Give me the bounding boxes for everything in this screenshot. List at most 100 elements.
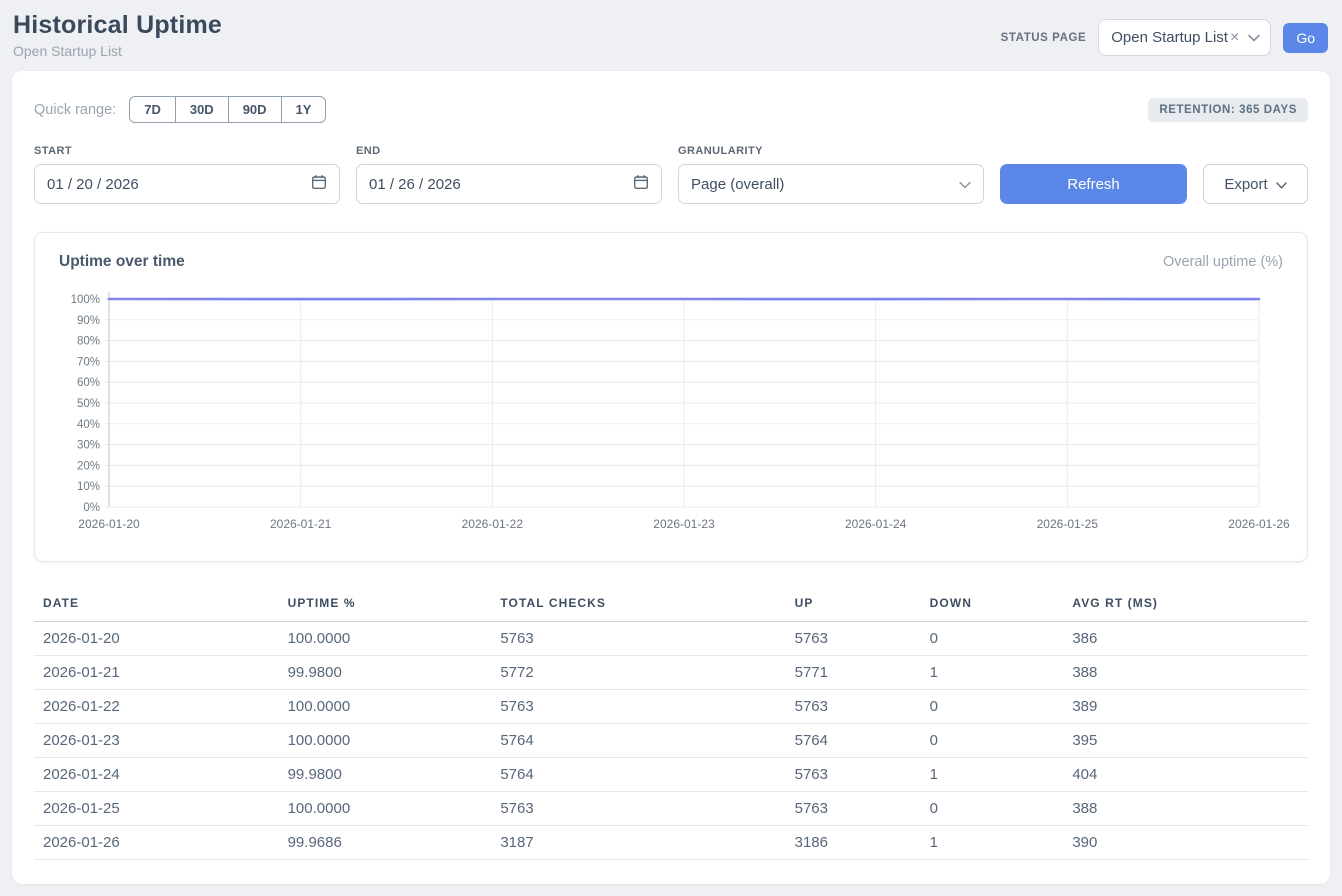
svg-text:70%: 70% xyxy=(77,356,100,368)
table-header-row: DATEUPTIME %TOTAL CHECKSUPDOWNAVG RT (MS… xyxy=(34,590,1308,622)
svg-text:2026-01-22: 2026-01-22 xyxy=(462,517,524,531)
filter-controls-row: START 01 / 20 / 2026 END 01 / 26 / 2026 … xyxy=(34,145,1308,204)
svg-text:2026-01-20: 2026-01-20 xyxy=(78,517,140,531)
quick-range-90d[interactable]: 90D xyxy=(228,96,282,123)
table-row: 2026-01-23100.0000576457640395 xyxy=(34,724,1308,758)
close-icon[interactable]: × xyxy=(1230,30,1239,46)
cell-up: 5771 xyxy=(786,656,921,690)
end-date-field-group: END 01 / 26 / 2026 xyxy=(356,145,662,204)
title-block: Historical Uptime Open Startup List xyxy=(13,11,222,59)
svg-text:2026-01-23: 2026-01-23 xyxy=(653,517,715,531)
column-header-down: DOWN xyxy=(921,590,1064,622)
cell-up: 5763 xyxy=(786,758,921,792)
status-page-selected-value: Open Startup List xyxy=(1111,29,1228,46)
column-header-uptime-pct: UPTIME % xyxy=(279,590,492,622)
cell-down: 0 xyxy=(921,622,1064,656)
cell-uptime-pct: 99.9686 xyxy=(279,826,492,860)
svg-text:20%: 20% xyxy=(77,460,100,472)
uptime-table: DATEUPTIME %TOTAL CHECKSUPDOWNAVG RT (MS… xyxy=(34,590,1308,860)
cell-down: 1 xyxy=(921,758,1064,792)
uptime-chart: 0%10%20%30%40%50%60%70%80%90%100%2026-01… xyxy=(51,285,1291,549)
cell-avg-rt-ms: 395 xyxy=(1063,724,1308,758)
quick-range-label: Quick range: xyxy=(34,102,116,118)
cell-uptime-pct: 100.0000 xyxy=(279,792,492,826)
refresh-button[interactable]: Refresh xyxy=(1000,164,1187,204)
quick-range-row: Quick range: 7D30D90D1Y RETENTION: 365 D… xyxy=(34,96,1308,123)
cell-up: 3186 xyxy=(786,826,921,860)
cell-total-checks: 3187 xyxy=(491,826,785,860)
svg-text:2026-01-25: 2026-01-25 xyxy=(1037,517,1099,531)
svg-text:2026-01-24: 2026-01-24 xyxy=(845,517,907,531)
quick-range-7d[interactable]: 7D xyxy=(129,96,176,123)
cell-avg-rt-ms: 386 xyxy=(1063,622,1308,656)
granularity-label: GRANULARITY xyxy=(678,145,984,157)
calendar-icon[interactable] xyxy=(311,174,327,194)
status-page-label: STATUS PAGE xyxy=(1001,32,1087,44)
chevron-down-icon xyxy=(1248,34,1260,42)
cell-total-checks: 5764 xyxy=(491,724,785,758)
cell-total-checks: 5772 xyxy=(491,656,785,690)
cell-up: 5763 xyxy=(786,622,921,656)
cell-down: 0 xyxy=(921,792,1064,826)
start-date-input[interactable]: 01 / 20 / 2026 xyxy=(34,164,340,204)
cell-down: 1 xyxy=(921,656,1064,690)
table-body: 2026-01-20100.00005763576303862026-01-21… xyxy=(34,622,1308,860)
cell-down: 0 xyxy=(921,724,1064,758)
chart-legend: Overall uptime (%) xyxy=(1163,254,1283,270)
export-button[interactable]: Export xyxy=(1203,164,1308,204)
cell-avg-rt-ms: 389 xyxy=(1063,690,1308,724)
cell-total-checks: 5763 xyxy=(491,622,785,656)
svg-text:2026-01-21: 2026-01-21 xyxy=(270,517,332,531)
cell-total-checks: 5764 xyxy=(491,758,785,792)
cell-down: 0 xyxy=(921,690,1064,724)
cell-uptime-pct: 99.9800 xyxy=(279,656,492,690)
quick-range-1y[interactable]: 1Y xyxy=(281,96,327,123)
page-header: Historical Uptime Open Startup List STAT… xyxy=(0,0,1342,62)
cell-date: 2026-01-26 xyxy=(34,826,279,860)
svg-text:40%: 40% xyxy=(77,419,100,431)
start-date-value: 01 / 20 / 2026 xyxy=(47,176,139,193)
table-row: 2026-01-25100.0000576357630388 xyxy=(34,792,1308,826)
cell-up: 5763 xyxy=(786,792,921,826)
column-header-date: DATE xyxy=(34,590,279,622)
uptime-chart-card: Uptime over time Overall uptime (%) 0% 10… xyxy=(34,232,1308,562)
table-row: 2026-01-2199.9800577257711388 xyxy=(34,656,1308,690)
cell-date: 2026-01-21 xyxy=(34,656,279,690)
quick-range-30d[interactable]: 30D xyxy=(175,96,229,123)
end-date-label: END xyxy=(356,145,662,157)
svg-text:60%: 60% xyxy=(77,377,100,389)
chart-header: Uptime over time Overall uptime (%) xyxy=(51,253,1291,285)
granularity-field-group: GRANULARITY Page (overall) xyxy=(678,145,984,204)
svg-text:2026-01-26: 2026-01-26 xyxy=(1228,517,1290,531)
end-date-input[interactable]: 01 / 26 / 2026 xyxy=(356,164,662,204)
status-page-select[interactable]: Open Startup List × xyxy=(1098,19,1271,56)
cell-avg-rt-ms: 388 xyxy=(1063,792,1308,826)
status-page-controls: STATUS PAGE Open Startup List × Go xyxy=(1001,19,1328,56)
uptime-table-wrap: DATEUPTIME %TOTAL CHECKSUPDOWNAVG RT (MS… xyxy=(34,590,1308,868)
cell-uptime-pct: 100.0000 xyxy=(279,622,492,656)
svg-text:10%: 10% xyxy=(77,481,100,493)
cell-avg-rt-ms: 404 xyxy=(1063,758,1308,792)
column-header-avg-rt-ms: AVG RT (MS) xyxy=(1063,590,1308,622)
cell-up: 5764 xyxy=(786,724,921,758)
chevron-down-icon xyxy=(959,176,971,193)
cell-uptime-pct: 100.0000 xyxy=(279,690,492,724)
svg-text:0%: 0% xyxy=(83,502,100,514)
table-row: 2026-01-2699.9686318731861390 xyxy=(34,826,1308,860)
go-button[interactable]: Go xyxy=(1283,23,1328,53)
page-subtitle: Open Startup List xyxy=(13,43,222,59)
svg-text:30%: 30% xyxy=(77,440,100,452)
cell-total-checks: 5763 xyxy=(491,792,785,826)
granularity-selected-value: Page (overall) xyxy=(691,176,784,193)
cell-uptime-pct: 100.0000 xyxy=(279,724,492,758)
cell-avg-rt-ms: 388 xyxy=(1063,656,1308,690)
page-title: Historical Uptime xyxy=(13,11,222,40)
cell-total-checks: 5763 xyxy=(491,690,785,724)
calendar-icon[interactable] xyxy=(633,174,649,194)
granularity-select[interactable]: Page (overall) xyxy=(678,164,984,204)
export-button-label: Export xyxy=(1224,176,1267,193)
cell-date: 2026-01-22 xyxy=(34,690,279,724)
chart-title: Uptime over time xyxy=(59,253,185,271)
retention-badge: RETENTION: 365 DAYS xyxy=(1148,98,1308,122)
end-date-value: 01 / 26 / 2026 xyxy=(369,176,461,193)
